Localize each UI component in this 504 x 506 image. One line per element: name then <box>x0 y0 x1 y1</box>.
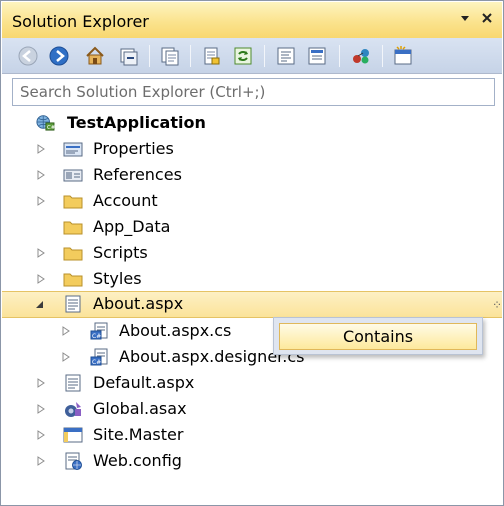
csharp-file-icon: C# <box>90 322 108 340</box>
tree-item-site-master[interactable]: Site.Master <box>2 422 502 448</box>
tree-item-label: Scripts <box>93 243 148 262</box>
expand-arrow-icon[interactable] <box>35 403 47 415</box>
view-designer-button[interactable] <box>304 43 330 69</box>
expand-arrow-icon[interactable] <box>60 325 72 337</box>
show-all-files-icon <box>161 47 179 66</box>
tree-root-testapplication[interactable]: C# TestApplication <box>2 110 502 136</box>
refresh-icon <box>234 47 252 65</box>
expand-arrow-icon[interactable] <box>35 143 47 155</box>
tree-item-label: Account <box>93 191 158 210</box>
svg-text:C#: C# <box>47 125 55 131</box>
properties-icon <box>204 47 220 65</box>
view-class-diagram-button[interactable] <box>348 43 374 69</box>
view-designer-icon <box>308 47 326 65</box>
toolbar-separator <box>149 45 150 67</box>
tree-item-label: Styles <box>93 269 142 288</box>
expand-arrow-icon[interactable] <box>35 273 47 285</box>
title-bar: Solution Explorer <box>2 2 502 38</box>
aspx-page-icon <box>65 374 81 392</box>
svg-text:C#: C# <box>92 333 101 340</box>
context-popup: Contains <box>273 317 483 355</box>
tree-item-label: About.aspx.cs <box>119 321 232 340</box>
search-box <box>12 78 495 106</box>
expand-arrow-icon[interactable] <box>35 377 47 389</box>
tree-item-default-aspx[interactable]: Default.aspx <box>2 370 502 396</box>
web-project-icon: C# <box>36 115 55 131</box>
aspx-page-icon <box>65 295 81 313</box>
folder-icon <box>63 273 83 287</box>
forward-button[interactable] <box>46 43 72 69</box>
tree-item-label: About.aspx <box>93 294 184 313</box>
global-asax-icon <box>65 402 81 417</box>
window-title: Solution Explorer <box>12 12 149 31</box>
solution-tree: C# TestApplication Properties References <box>2 107 502 505</box>
csharp-file-icon: C# <box>90 348 108 366</box>
search-input[interactable] <box>13 79 494 105</box>
expand-arrow-icon[interactable] <box>60 351 72 363</box>
hover-indicator-icon: ⁘ <box>492 298 503 312</box>
new-view-icon <box>394 46 412 65</box>
svg-text:C#: C# <box>92 359 101 366</box>
tree-item-web-config[interactable]: Web.config <box>2 448 502 474</box>
toolbar-separator <box>339 45 340 67</box>
toolbar-separator <box>190 45 191 67</box>
tree-root-label: TestApplication <box>67 113 206 132</box>
close-icon <box>482 13 492 23</box>
tree-item-label: Properties <box>93 139 174 158</box>
master-page-icon <box>63 427 83 443</box>
folder-icon <box>63 247 83 261</box>
folder-icon <box>63 221 83 235</box>
web-config-icon <box>65 452 82 470</box>
tree-item-global-asax[interactable]: Global.asax <box>2 396 502 422</box>
new-view-button[interactable] <box>390 43 416 69</box>
collapse-all-button[interactable] <box>115 43 141 69</box>
refresh-button[interactable] <box>230 43 256 69</box>
tree-item-label: Default.aspx <box>93 373 195 392</box>
window-options-button[interactable] <box>454 7 476 29</box>
tree-item-label: Global.asax <box>93 399 187 418</box>
toolbar-separator <box>382 45 383 67</box>
toolbar-separator <box>264 45 265 67</box>
home-button[interactable] <box>82 43 108 69</box>
expand-arrow-icon[interactable] <box>35 455 47 467</box>
expand-arrow-icon[interactable] <box>35 247 47 259</box>
collapse-all-icon <box>120 48 138 66</box>
tree-item-about-aspx[interactable]: About.aspx <box>2 291 502 318</box>
expand-arrow-icon[interactable] <box>35 169 47 181</box>
folder-icon <box>63 195 83 209</box>
tree-item-scripts[interactable]: Scripts <box>2 240 502 266</box>
view-class-diagram-icon <box>353 49 369 64</box>
view-code-button[interactable] <box>273 43 299 69</box>
home-icon <box>86 46 104 65</box>
back-icon <box>18 46 38 66</box>
expand-arrow-icon[interactable] <box>35 429 47 441</box>
dropdown-arrow-icon <box>461 16 469 21</box>
tree-item-app-data[interactable]: App_Data <box>2 214 502 240</box>
close-button[interactable] <box>476 7 498 29</box>
tree-item-label: Site.Master <box>93 425 184 444</box>
tree-item-references[interactable]: References <box>2 162 502 188</box>
forward-icon <box>49 46 69 66</box>
properties-button[interactable] <box>198 43 224 69</box>
tree-item-styles[interactable]: Styles <box>2 266 502 292</box>
toolbar <box>2 38 502 74</box>
back-button[interactable] <box>15 43 41 69</box>
properties-folder-icon <box>63 142 83 157</box>
expand-arrow-icon[interactable] <box>35 195 47 207</box>
view-code-icon <box>277 47 295 65</box>
solution-explorer-window: Solution Explorer Search Solution Explor… <box>0 0 504 506</box>
tree-item-properties[interactable]: Properties <box>2 136 502 162</box>
show-all-files-button[interactable] <box>157 43 183 69</box>
collapse-arrow-icon[interactable] <box>33 298 45 310</box>
references-icon <box>63 169 83 182</box>
tree-item-label: App_Data <box>93 217 171 236</box>
tree-item-account[interactable]: Account <box>2 188 502 214</box>
tree-item-label: References <box>93 165 182 184</box>
contains-button[interactable]: Contains <box>279 323 477 350</box>
tree-item-label: Web.config <box>93 451 182 470</box>
